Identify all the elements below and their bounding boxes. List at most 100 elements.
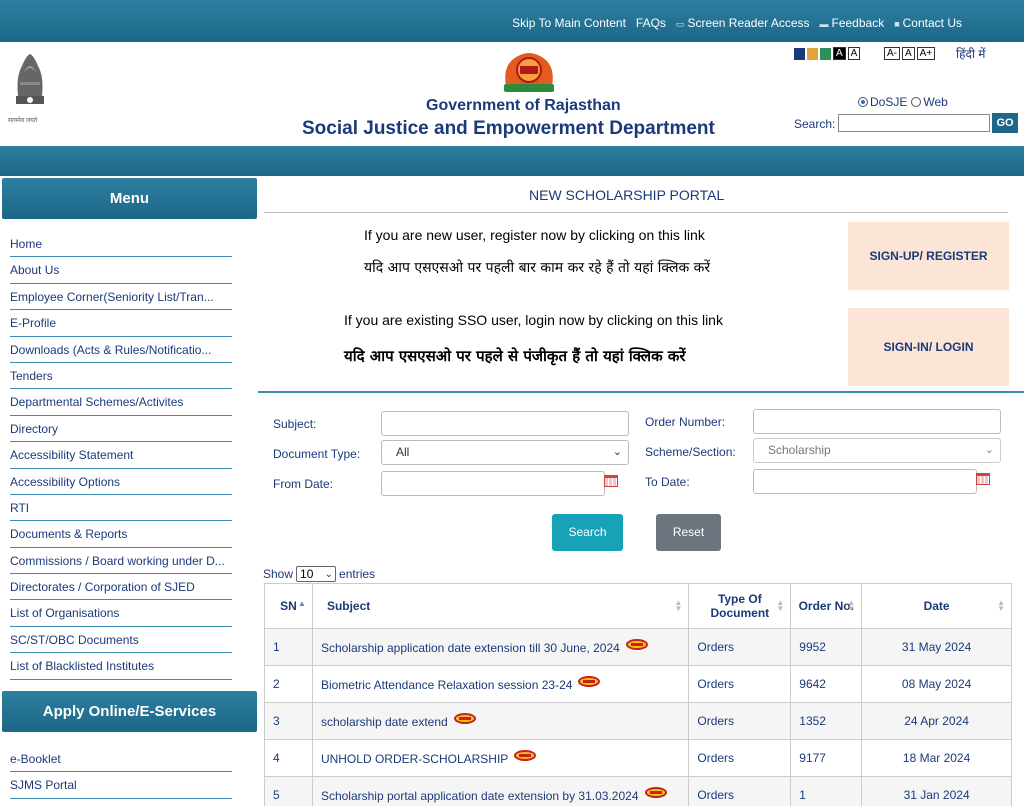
sidebar-item-commissions[interactable]: Commissions / Board working under D... [10, 548, 232, 575]
rajasthan-logo [504, 53, 554, 92]
subject-link[interactable]: UNHOLD ORDER-SCHOLARSHIP [321, 752, 508, 766]
cell-type: Orders [688, 739, 792, 777]
normal-contrast-button[interactable]: A [847, 47, 861, 60]
high-contrast-button[interactable]: A [833, 47, 846, 60]
sidebar-item-sjms-portal[interactable]: SJMS Portal [10, 772, 232, 799]
calendar-icon[interactable] [976, 473, 990, 485]
site-search-label: Search: [794, 117, 836, 131]
column-header-label: Order No. [798, 599, 854, 613]
radio-dosje-circle[interactable] [858, 97, 868, 107]
subject-link[interactable]: Scholarship portal application date exte… [321, 789, 639, 803]
sidebar-item-home[interactable]: Home [10, 231, 232, 258]
entries-select[interactable]: 10 ⌄ [296, 566, 337, 582]
subject-link[interactable]: scholarship date extend [321, 715, 448, 729]
scheme-section-value: Scholarship [768, 443, 831, 457]
sidebar-item-rti[interactable]: RTI [10, 495, 232, 522]
font-normal-button[interactable]: A [902, 47, 915, 60]
cell-subject[interactable]: UNHOLD ORDER-SCHOLARSHIP [311, 739, 690, 777]
cell-subject[interactable]: Scholarship application date extension t… [311, 628, 690, 666]
new-badge-icon [453, 713, 476, 724]
sidebar-item-directorates[interactable]: Directorates / Corporation of SJED [10, 574, 232, 601]
theme-swatch-orange[interactable] [807, 47, 818, 60]
new-badge-icon [514, 750, 537, 761]
font-decrease-button[interactable]: A- [884, 47, 900, 60]
feedback-link[interactable]: ▬ Feedback [820, 16, 885, 30]
sidebar-item-tenders[interactable]: Tenders [10, 363, 232, 390]
contact-label: Contact Us [902, 16, 962, 30]
site-search-go-button[interactable]: GO [992, 113, 1018, 133]
cell-sn: 2 [264, 665, 313, 703]
sidebar-item-e-booklet[interactable]: e-Booklet [10, 746, 232, 773]
hindi-language-link[interactable]: हिंदी में [956, 45, 985, 62]
cell-type: Orders [688, 628, 792, 666]
column-header-order-no[interactable]: Order No. ▲ ▼ [790, 583, 863, 629]
section-divider [258, 391, 1024, 393]
to-date-input[interactable] [753, 469, 977, 494]
document-type-select[interactable]: All ⌄ [381, 440, 629, 465]
new-badge-icon [625, 639, 648, 650]
cell-order-no: 9952 [790, 628, 863, 666]
radio-web-circle[interactable] [911, 97, 922, 107]
screen-reader-link[interactable]: ▭ Screen Reader Access [676, 16, 810, 30]
sidebar: Menu Home About Us Employee Corner(Senio… [0, 178, 258, 806]
cell-subject[interactable]: Scholarship portal application date exte… [311, 776, 690, 806]
column-header-type[interactable]: Type Of Document ▲ ▼ [688, 583, 792, 629]
subject-link[interactable]: Scholarship application date extension t… [321, 641, 620, 655]
from-date-input[interactable] [381, 471, 605, 496]
entries-label: entries [339, 567, 376, 581]
theme-swatch-blue[interactable] [794, 47, 805, 60]
radio-web[interactable]: Web [911, 95, 948, 109]
cell-order-no: 1352 [790, 702, 863, 740]
subject-input[interactable] [381, 411, 629, 436]
title-divider [264, 212, 1008, 213]
sign-in-login-button[interactable]: SIGN-IN/ LOGIN [848, 308, 1009, 386]
scheme-section-select[interactable]: Scholarship ⌄ [753, 438, 1001, 463]
column-header-date[interactable]: Date ▲ ▼ [861, 583, 1012, 629]
reset-button[interactable]: Reset [656, 514, 721, 551]
column-header-subject[interactable]: Subject ▲ ▼ [311, 583, 690, 629]
site-search-input[interactable] [838, 114, 990, 132]
calendar-icon[interactable] [604, 475, 618, 487]
cell-order-no: 9177 [790, 739, 863, 777]
search-scope-radios: DoSJE Web [858, 95, 948, 109]
sidebar-item-e-profile[interactable]: E-Profile [10, 310, 232, 337]
cell-subject[interactable]: Biometric Attendance Relaxation session … [311, 665, 690, 703]
font-size-controls: A- A A+ [884, 47, 936, 60]
sidebar-item-sc-st-obc[interactable]: SC/ST/OBC Documents [10, 627, 232, 654]
sidebar-item-about-us[interactable]: About Us [10, 257, 232, 284]
sidebar-item-accessibility-options[interactable]: Accessibility Options [10, 469, 232, 495]
subject-label: Subject: [273, 417, 317, 431]
sidebar-item-schemes[interactable]: Departmental Schemes/Activites [10, 389, 232, 416]
top-bar: Skip To Main Content FAQs ▭ Screen Reader… [0, 0, 1024, 42]
subject-link[interactable]: Biometric Attendance Relaxation session … [321, 678, 572, 692]
column-header-label: SN [280, 599, 297, 613]
cell-date: 18 Mar 2024 [861, 739, 1012, 777]
order-number-label: Order Number: [645, 415, 726, 429]
sign-up-register-button[interactable]: SIGN-UP/ REGISTER [848, 222, 1009, 290]
search-button[interactable]: Search [552, 514, 623, 551]
cell-type: Orders [688, 776, 792, 806]
sidebar-item-accessibility-statement[interactable]: Accessibility Statement [10, 442, 232, 469]
sidebar-item-directory[interactable]: Directory [10, 416, 232, 443]
cell-date: 08 May 2024 [861, 665, 1012, 703]
feedback-icon: ▬ [819, 19, 829, 29]
cell-subject[interactable]: scholarship date extend [311, 702, 690, 740]
from-date-label: From Date: [273, 477, 334, 491]
cell-order-no: 9642 [790, 665, 863, 703]
sidebar-item-organisations[interactable]: List of Organisations [10, 600, 232, 627]
theme-swatch-green[interactable] [820, 47, 831, 60]
column-header-sn[interactable]: SN ▲ [264, 583, 313, 629]
radio-dosje[interactable]: DoSJE [858, 95, 907, 109]
contact-us-link[interactable]: ■ Contact Us [894, 16, 962, 30]
sidebar-item-documents-reports[interactable]: Documents & Reports [10, 521, 232, 548]
scheme-section-label: Scheme/Section: [645, 445, 736, 459]
sidebar-item-employee-corner[interactable]: Employee Corner(Seniority List/Tran... [10, 284, 232, 311]
order-number-input[interactable] [753, 409, 1001, 434]
font-increase-button[interactable]: A+ [916, 47, 936, 60]
sidebar-item-blacklisted[interactable]: List of Blacklisted Institutes [10, 653, 232, 680]
sidebar-item-downloads[interactable]: Downloads (Acts & Rules/Notificatio... [10, 337, 232, 363]
chevron-down-icon: ⌄ [324, 569, 334, 580]
national-emblem-icon [16, 54, 44, 104]
faqs-link[interactable]: FAQs [636, 16, 666, 30]
skip-to-main-link[interactable]: Skip To Main Content [512, 16, 626, 30]
